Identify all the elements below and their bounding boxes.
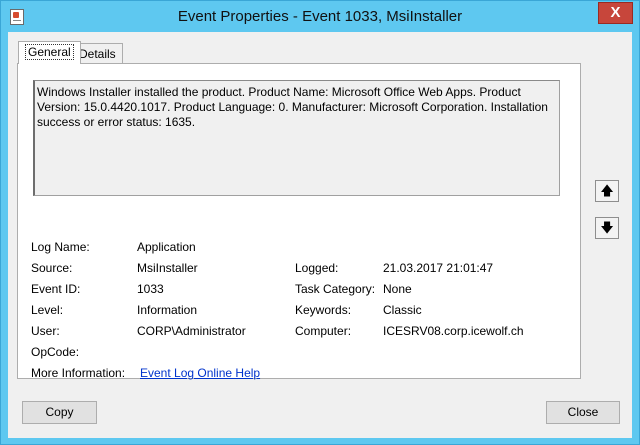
copy-button[interactable]: Copy (22, 401, 97, 424)
task-category-label: Task Category: (295, 282, 376, 296)
logged-value: 21.03.2017 21:01:47 (383, 261, 494, 275)
tab-details-label: Details (79, 47, 116, 61)
source-label: Source: (31, 261, 73, 275)
opcode-label: OpCode: (31, 345, 80, 359)
event-id-label: Event ID: (31, 282, 81, 296)
next-event-button[interactable]: 🡇 (595, 217, 619, 239)
task-category-value: None (383, 282, 412, 296)
title-bar[interactable]: Event Properties - Event 1033, MsiInstal… (1, 1, 639, 32)
event-log-online-help-link[interactable]: Event Log Online Help (140, 366, 260, 380)
window-title: Event Properties - Event 1033, MsiInstal… (177, 8, 463, 25)
event-id-value: 1033 (137, 282, 164, 296)
log-name-label: Log Name: (31, 240, 90, 254)
source-value: MsiInstaller (137, 261, 198, 275)
close-button[interactable]: Close (546, 401, 620, 424)
log-name-value: Application (137, 240, 196, 254)
level-label: Level: (31, 303, 64, 317)
general-tab-panel: Windows Installer installed the product.… (17, 63, 581, 380)
level-value: Information (137, 303, 198, 317)
event-description[interactable]: Windows Installer installed the product.… (33, 80, 560, 196)
user-label: User: (31, 324, 60, 338)
logged-label: Logged: (295, 261, 339, 275)
dialog-client: General Details Windows Installer instal… (8, 32, 632, 438)
arrow-up-icon: 🡅 (600, 183, 614, 198)
keywords-value: Classic (383, 303, 422, 317)
tab-general-label: General (25, 44, 74, 60)
keywords-label: Keywords: (295, 303, 352, 317)
previous-event-button[interactable]: 🡅 (595, 180, 619, 202)
tab-general[interactable]: General (18, 41, 81, 64)
close-window-button[interactable]: X (598, 2, 633, 24)
arrow-down-icon: 🡇 (600, 220, 614, 235)
computer-value: ICESRV08.corp.icewolf.ch (383, 324, 524, 338)
more-information-label: More Information: (31, 366, 126, 380)
computer-label: Computer: (295, 324, 352, 338)
user-value: CORP\Administrator (137, 324, 246, 338)
event-properties-window: Event Properties - Event 1033, MsiInstal… (0, 0, 640, 445)
